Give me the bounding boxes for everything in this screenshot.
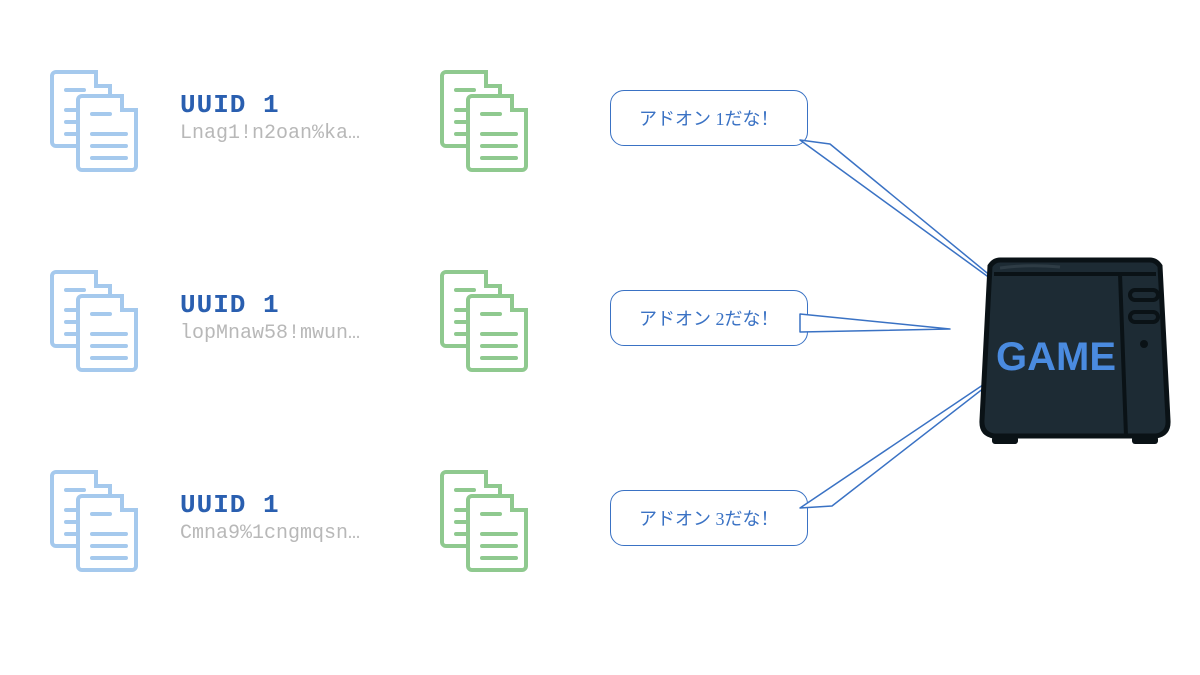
uuid-block: UUID 1 Cmna9%1cngmqsn… [180,490,360,545]
uuid-block: UUID 1 lopMnaw58!mwun… [180,290,360,345]
documents-icon [50,70,160,180]
bubble-text: アドオン 3だな！ [610,490,808,546]
uuid-label: UUID 1 [180,290,360,320]
console-label: GAME [996,335,1116,379]
diagram-row-3: UUID 1 Cmna9%1cngmqsn… アドオン 3だな！ [0,460,1200,610]
uuid-block: UUID 1 Lnag1!n2oan%ka… [180,90,360,145]
documents-icon [440,270,550,380]
diagram-row-1: UUID 1 Lnag1!n2oan%ka… アドオン 1だな！ [0,60,1200,210]
uuid-value: lopMnaw58!mwun… [180,322,360,345]
speech-bubble: アドオン 2だな！ [610,290,808,346]
bubble-text: アドオン 1だな！ [610,90,808,146]
game-console-icon: GAME [970,240,1180,450]
documents-icon [50,270,160,380]
uuid-label: UUID 1 [180,490,360,520]
speech-bubble: アドオン 3だな！ [610,490,808,546]
documents-icon [50,470,160,580]
bubble-text: アドオン 2だな！ [610,290,808,346]
uuid-value: Lnag1!n2oan%ka… [180,122,360,145]
documents-icon [440,70,550,180]
speech-bubble: アドオン 1だな！ [610,90,808,146]
documents-icon [440,470,550,580]
uuid-label: UUID 1 [180,90,360,120]
uuid-value: Cmna9%1cngmqsn… [180,522,360,545]
